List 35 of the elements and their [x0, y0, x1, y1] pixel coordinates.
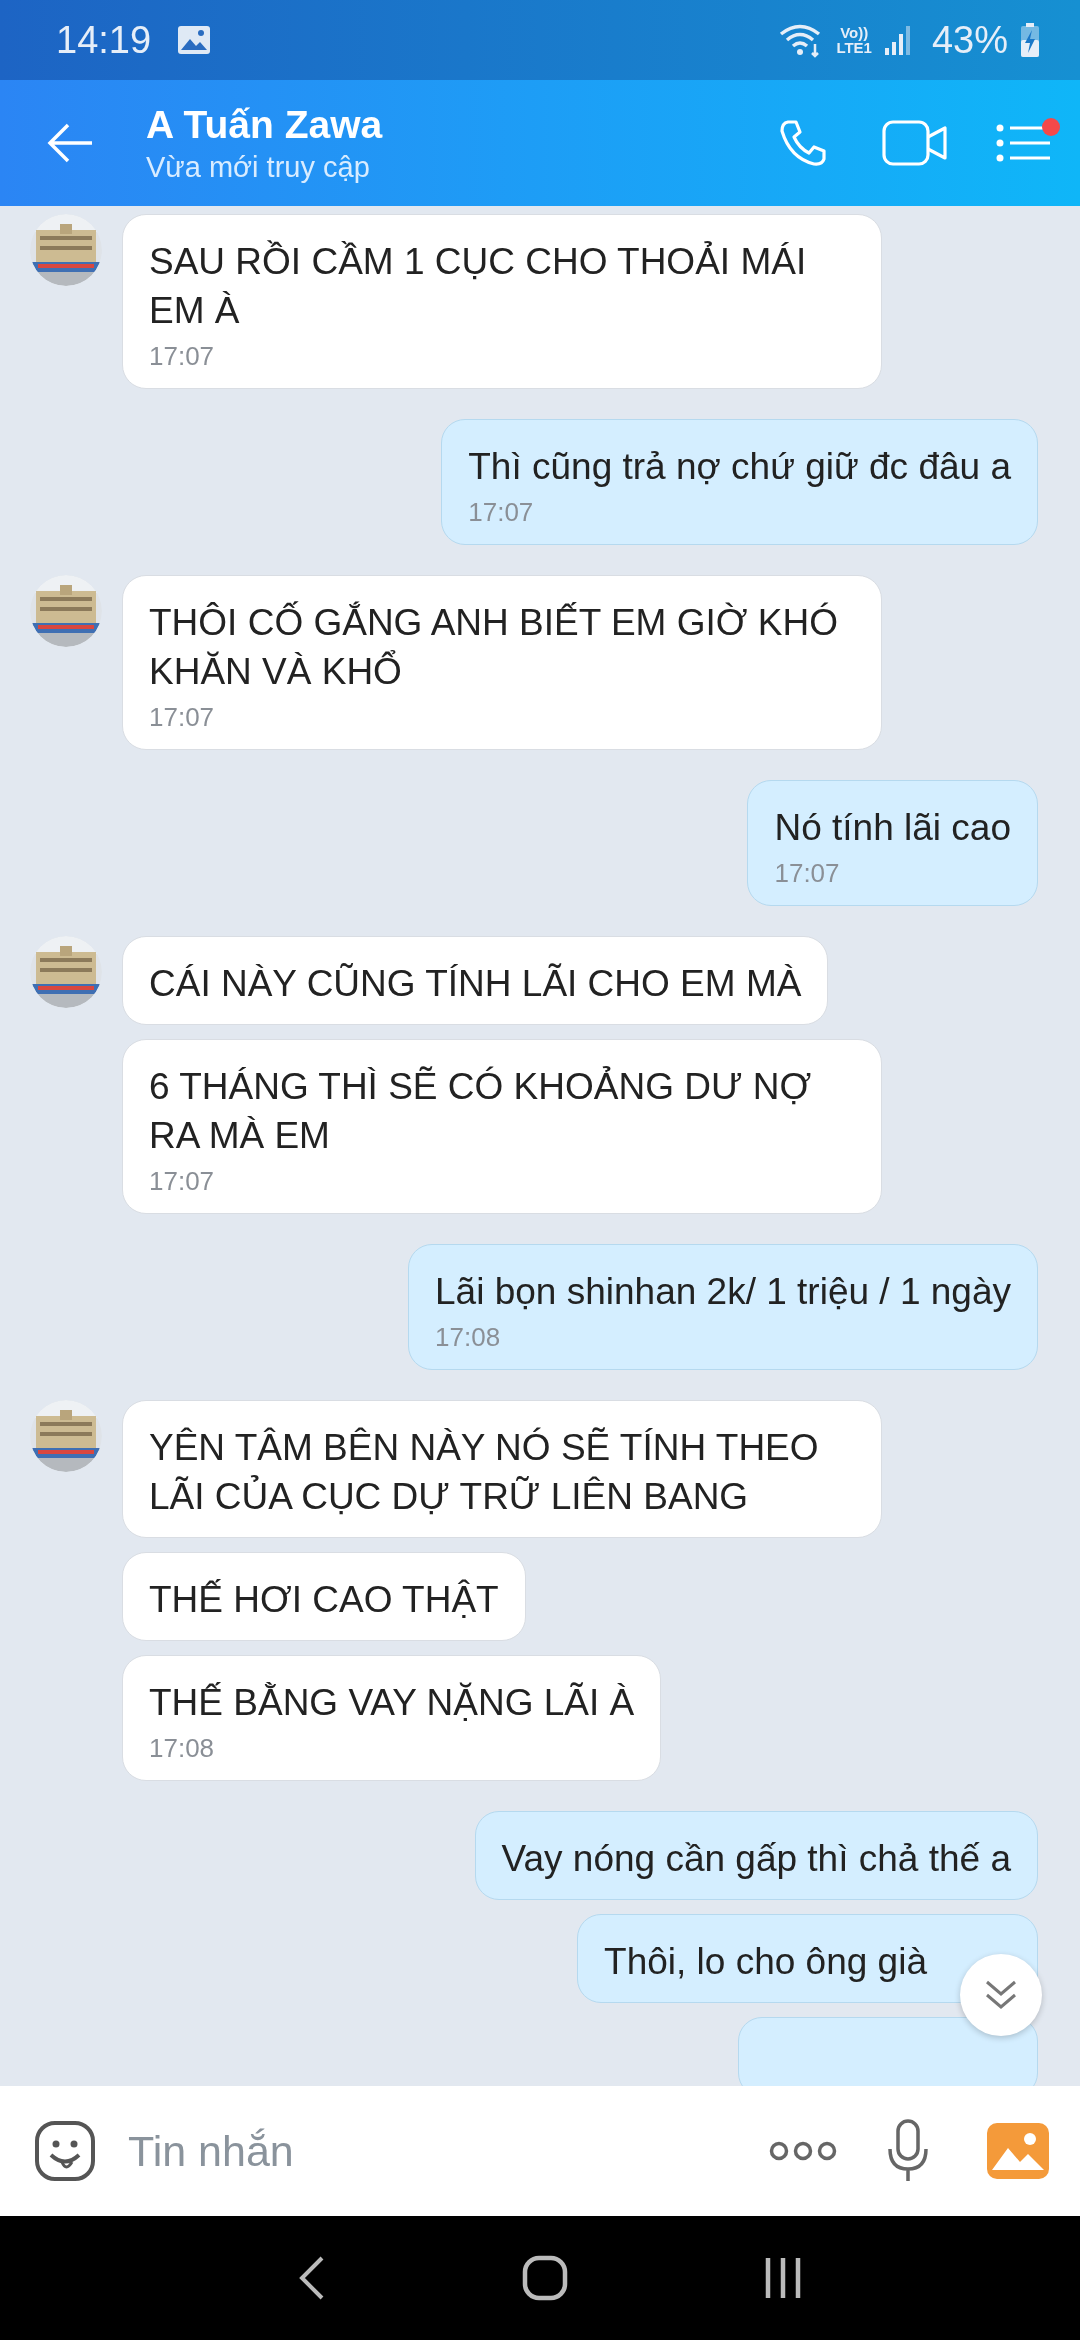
image-icon [177, 25, 212, 55]
contact-status: Vừa mới truy cập [146, 150, 371, 184]
phone-call-icon[interactable] [778, 118, 828, 168]
message-text: Vay nóng cần gấp thì chả thế a [501, 1837, 1011, 1881]
message-text: Thôi, lo cho ông già [604, 1940, 927, 1984]
message-time: 17:07 [149, 341, 216, 372]
message-time: 17:07 [149, 702, 216, 733]
message-text: Thì cũng trả nợ chứ giữ đc đâu a [468, 445, 1011, 489]
message-time: 17:07 [149, 1166, 216, 1197]
message-time: 17:08 [149, 1733, 216, 1764]
contact-name: A Tuấn Zawa [146, 102, 384, 147]
message-text: THẾ HƠI CAO THẬT [149, 1578, 499, 1622]
microphone-icon[interactable] [886, 2119, 930, 2183]
message-text: 6 THÁNG THÌ SẼ CÓ KHOẢNG DƯ NỢ RA MÀ EM [149, 1065, 813, 1158]
network-label: LTE1 [836, 40, 872, 55]
message-text: THẾ BẰNG VAY NẶNG LÃI À [149, 1681, 635, 1725]
message-time: 17:08 [435, 1322, 502, 1353]
video-call-icon[interactable] [882, 120, 948, 166]
message-text: YÊN TÂM BÊN NÀY NÓ SẼ TÍNH THEO LÃI CỦA CỤC DỰ TRỮ LIÊN BANG [149, 1426, 820, 1519]
message-text: SAU RỒI CẦM 1 CỤC CHO THOẢI MÁI EM À [149, 239, 808, 333]
message-time: 17:07 [774, 858, 841, 889]
message-time: 17:07 [468, 497, 535, 528]
message-text: THÔI CỐ GẮNG ANH BIẾT EM GIỜ KHÓ KHĂN VÀ KHỔ [149, 600, 839, 694]
message-text: Nó tính lãi cao [774, 806, 1011, 850]
message-text: CÁI NÀY CŨNG TÍNH LÃI CHO EM MÀ [149, 962, 802, 1006]
battery-percent: 43% [931, 18, 1008, 62]
home-icon[interactable] [522, 2255, 568, 2301]
battery-charging-icon [1020, 22, 1040, 58]
signal-icon [883, 24, 912, 56]
more-icon[interactable] [768, 2139, 838, 2163]
message-text: Lãi bọn shinhan 2k/ 1 triệu / 1 ngày [435, 1270, 1011, 1314]
status-time: 14:19 [56, 18, 152, 62]
sticker-icon[interactable] [34, 2120, 96, 2182]
double-chevron-down-icon [984, 1979, 1018, 2011]
volte-label: Vo)) [840, 25, 869, 40]
